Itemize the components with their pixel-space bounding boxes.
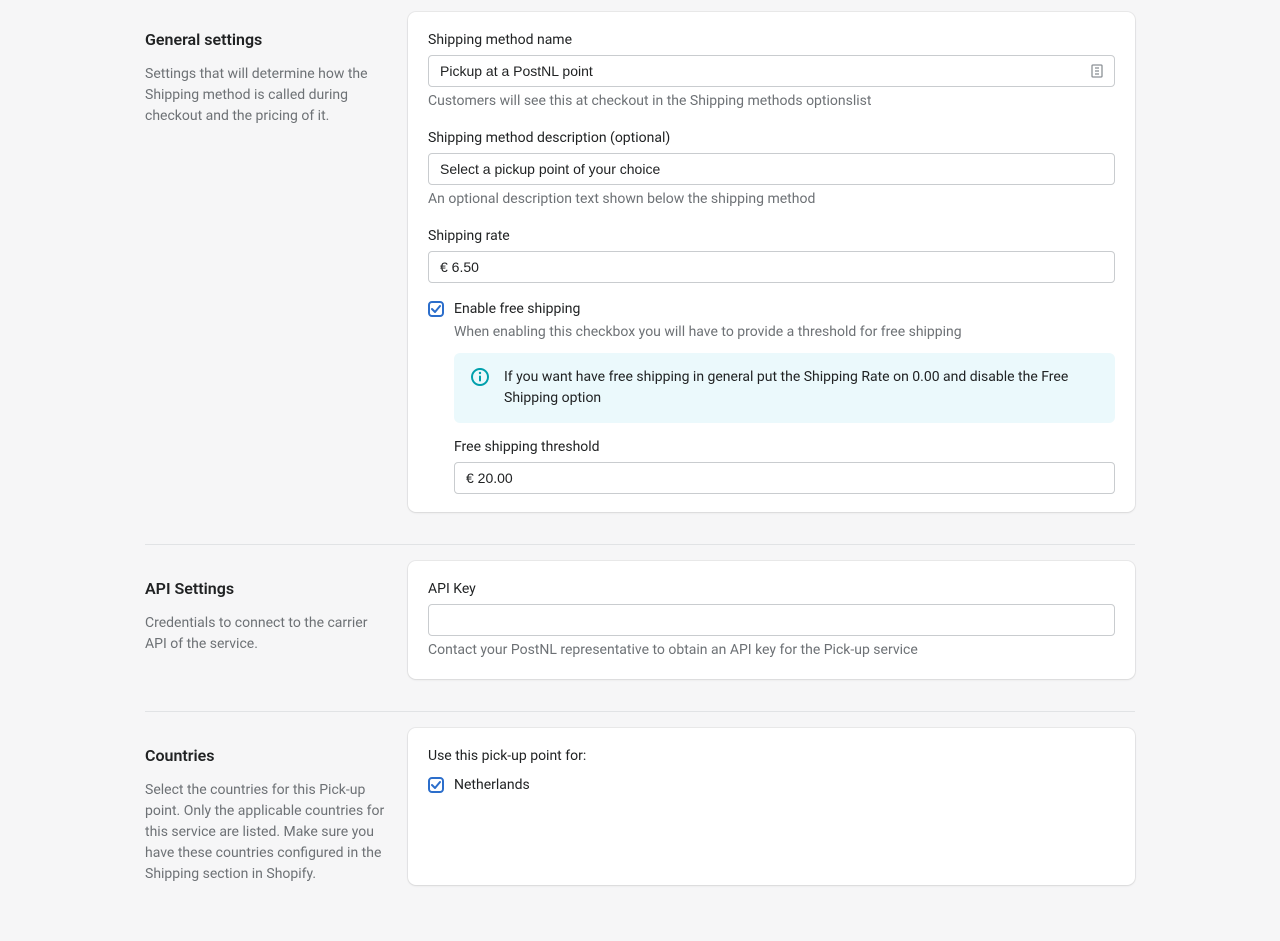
api-key-help: Contact your PostNL representative to ob… — [428, 640, 1115, 661]
free-shipping-banner-text: If you want have free shipping in genera… — [504, 367, 1099, 409]
api-key-label: API Key — [428, 579, 1115, 600]
section-title-countries: Countries — [145, 744, 388, 768]
method-name-input[interactable] — [428, 55, 1115, 87]
rate-input[interactable] — [428, 251, 1115, 283]
country-label-netherlands: Netherlands — [454, 775, 530, 796]
info-icon — [470, 367, 490, 387]
general-card: Shipping method name Customers will see … — [408, 12, 1135, 512]
divider — [145, 544, 1135, 545]
countries-intro: Use this pick-up point for: — [428, 746, 1115, 767]
threshold-label: Free shipping threshold — [454, 437, 1115, 458]
section-desc-api: Credentials to connect to the carrier AP… — [145, 613, 388, 655]
section-desc-countries: Select the countries for this Pick-up po… — [145, 780, 388, 885]
countries-card: Use this pick-up point for: Netherlands — [408, 728, 1135, 885]
country-checkbox-netherlands[interactable] — [428, 777, 444, 793]
section-desc-general: Settings that will determine how the Shi… — [145, 64, 388, 127]
free-shipping-checkbox[interactable] — [428, 301, 444, 317]
method-name-label: Shipping method name — [428, 30, 1115, 51]
free-shipping-help: When enabling this checkbox you will hav… — [454, 322, 1115, 343]
free-shipping-label: Enable free shipping — [454, 299, 1115, 320]
rate-label: Shipping rate — [428, 226, 1115, 247]
method-desc-help: An optional description text shown below… — [428, 189, 1115, 210]
api-key-input[interactable] — [428, 604, 1115, 636]
section-title-general: General settings — [145, 28, 388, 52]
section-title-api: API Settings — [145, 577, 388, 601]
threshold-input[interactable] — [454, 462, 1115, 494]
free-shipping-banner: If you want have free shipping in genera… — [454, 353, 1115, 423]
divider — [145, 711, 1135, 712]
api-card: API Key Contact your PostNL representati… — [408, 561, 1135, 679]
method-desc-label: Shipping method description (optional) — [428, 128, 1115, 149]
method-name-help: Customers will see this at checkout in t… — [428, 91, 1115, 112]
method-desc-input[interactable] — [428, 153, 1115, 185]
building-icon — [1089, 63, 1105, 79]
